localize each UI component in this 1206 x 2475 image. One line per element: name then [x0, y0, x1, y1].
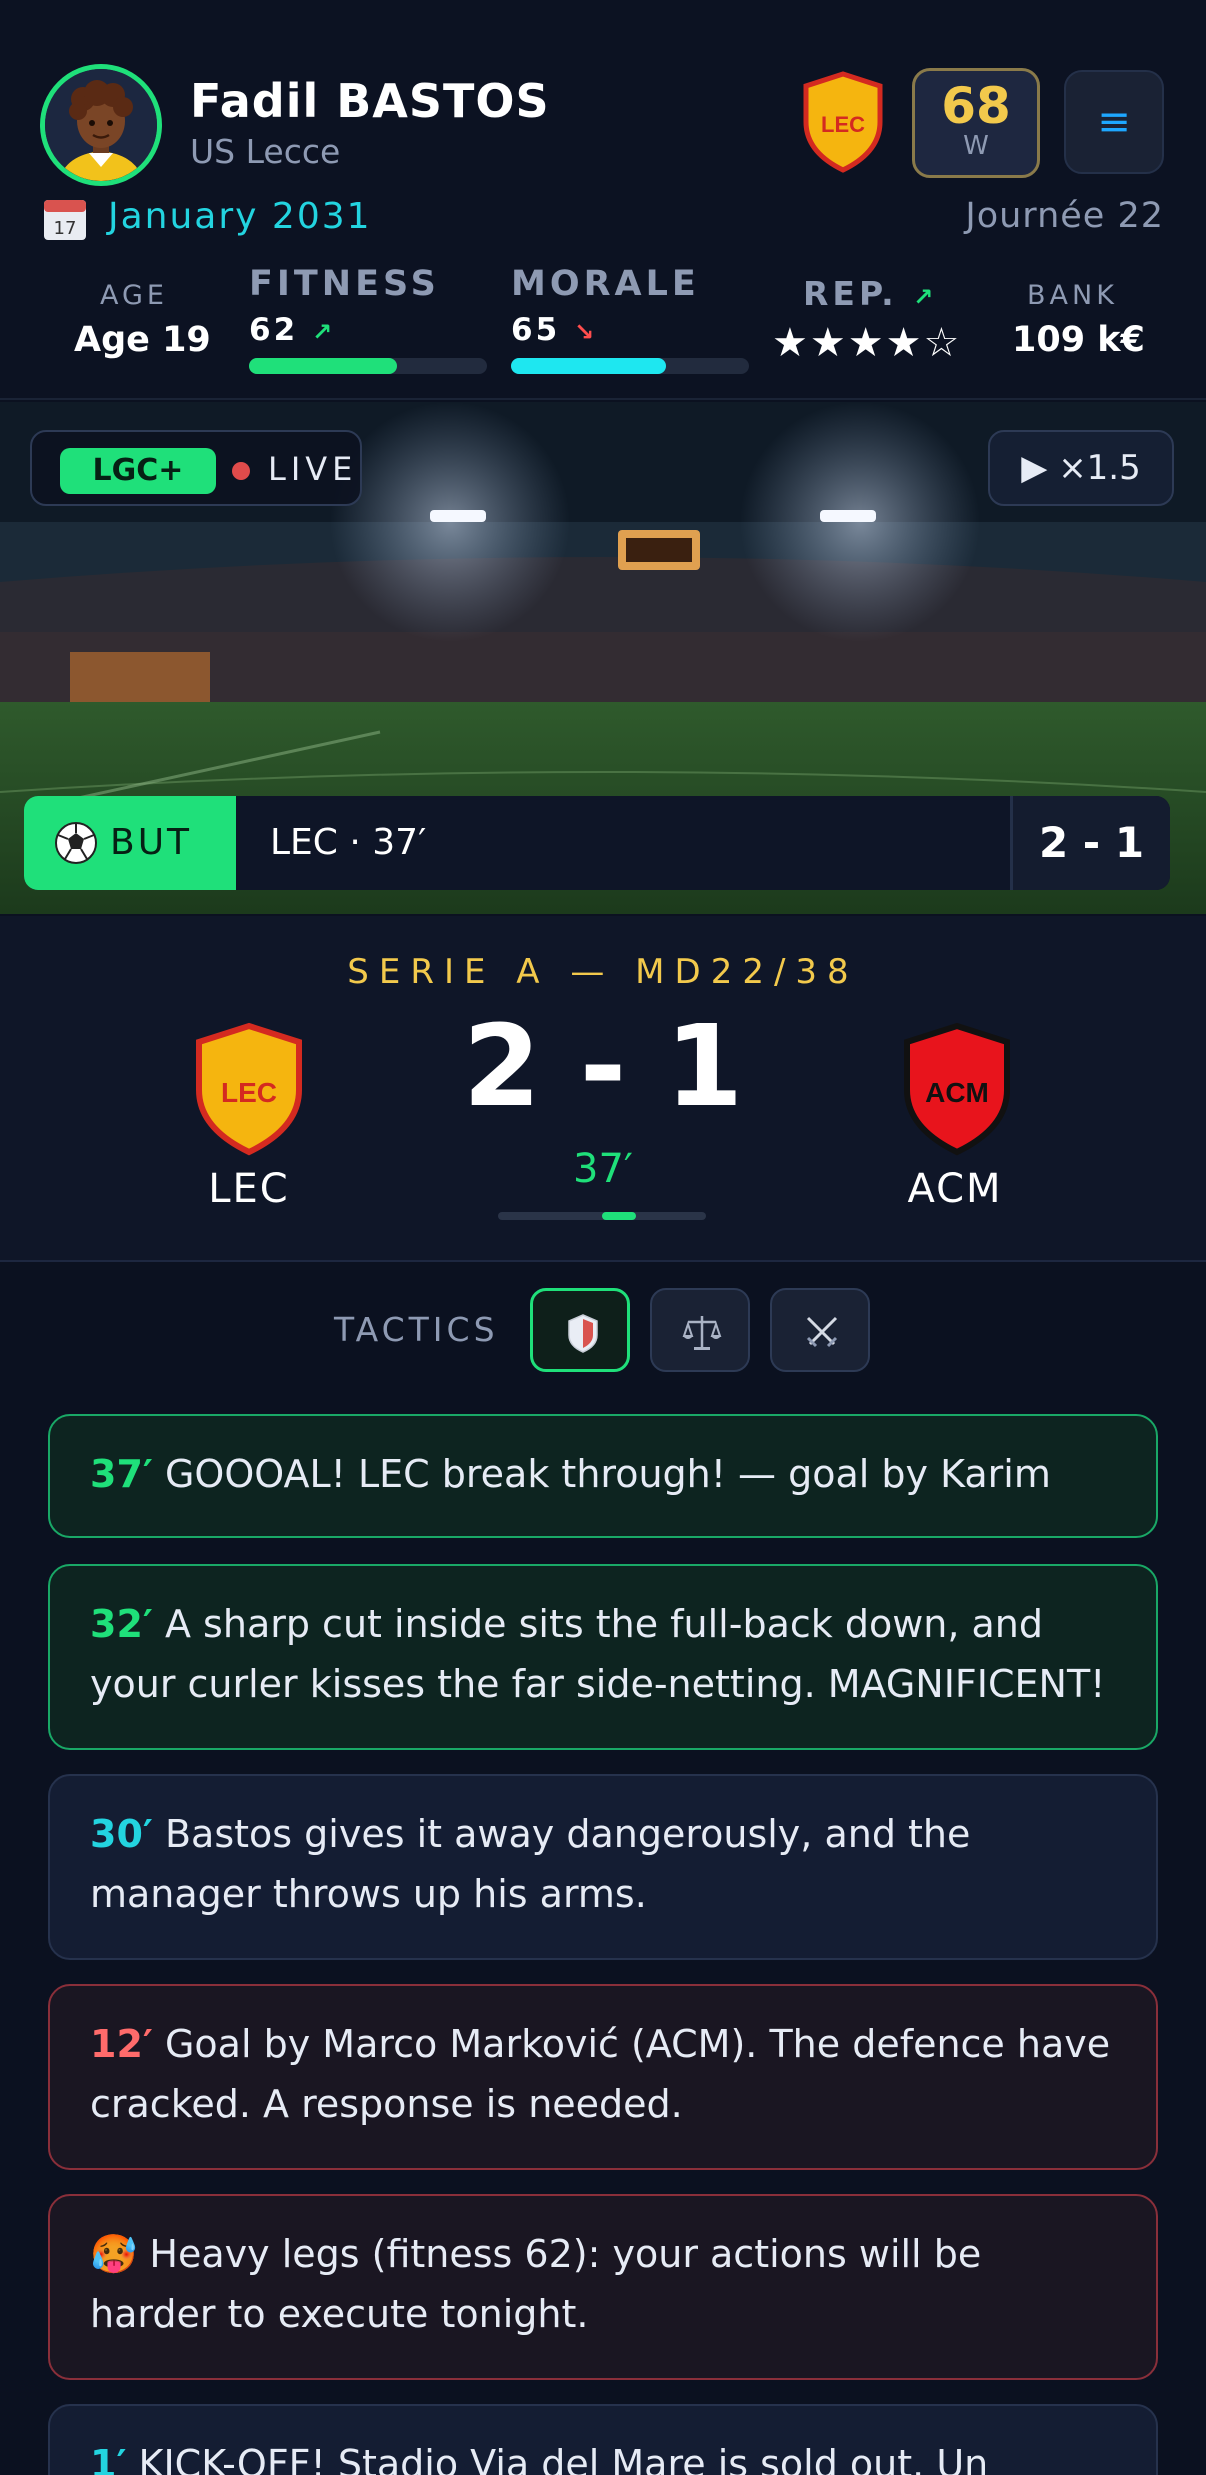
soccer-ball-icon — [55, 822, 97, 864]
crossed-swords-icon — [806, 1316, 838, 1348]
feed-text: KICK-OFF! Stadio Via del Mare is sold ou… — [126, 2442, 989, 2475]
feed-text: GOOOAL! LEC break through! — goal by Kar… — [152, 1452, 1051, 1496]
match-score: 2 - 1 — [462, 1002, 744, 1132]
fitness-trend-icon: ↗ — [311, 318, 336, 346]
feed-item: 🥵 Heavy legs (fitness 62): your actions … — [48, 2194, 1158, 2380]
event-description: LEC · 37′ — [270, 822, 427, 863]
reputation-stars: ★★★★☆ — [772, 320, 962, 366]
morale-bar — [511, 358, 749, 374]
feed-text: A sharp cut inside sits the full-back do… — [90, 1602, 1106, 1706]
fitness-value-wrap: 62 ↗ — [249, 312, 335, 348]
fitness-value: 62 — [249, 312, 299, 348]
feed-minute: 1′ — [90, 2442, 127, 2475]
player-header: Fadil BASTOS US Lecce LEC 68 W ≡ 17 Janu… — [0, 0, 1206, 400]
goal-tag: BUT — [24, 796, 236, 890]
menu-button[interactable]: ≡ — [1064, 70, 1164, 174]
live-indicator: LGC+ LIVE — [30, 430, 362, 506]
calendar-icon: 17 — [44, 200, 86, 240]
rating-position: W — [963, 131, 989, 161]
feed-minute: 37′ — [90, 1452, 153, 1496]
reputation-trend-icon: ↗ — [913, 283, 938, 311]
age-value: Age 19 — [74, 320, 211, 360]
feed-item: 12′ Goal by Marco Marković (ACM). The de… — [48, 1984, 1158, 2170]
tactic-balanced-button[interactable] — [650, 1288, 750, 1372]
shield-icon — [568, 1314, 598, 1353]
feed-item: 30′ Bastos gives it away dangerously, an… — [48, 1774, 1158, 1960]
channel-badge: LGC+ — [60, 448, 216, 494]
tactics-label: TACTICS — [334, 1310, 499, 1349]
club-shield-code: LEC — [821, 112, 865, 137]
fitness-bar — [249, 358, 487, 374]
match-broadcast-view: LGC+ LIVE ▶ ×1.5 BUT LEC · 37′ 2 - 1 — [0, 402, 1206, 914]
feed-minute: 12′ — [90, 2022, 153, 2066]
avatar[interactable] — [40, 64, 162, 186]
fitness-bar-fill — [249, 358, 397, 374]
live-dot-icon — [232, 462, 250, 480]
calendar-icon-day: 17 — [54, 218, 77, 239]
morale-bar-fill — [511, 358, 666, 374]
reputation-label: REP. — [803, 274, 898, 313]
club-shield-icon[interactable]: LEC — [800, 70, 886, 174]
live-label: LIVE — [268, 450, 358, 488]
reputation-label-wrap: REP. ↗ — [803, 274, 937, 313]
away-team-shield-icon: ACM — [904, 1022, 1010, 1156]
feed-item: 32′ A sharp cut inside sits the full-bac… — [48, 1564, 1158, 1750]
tactic-defensive-button[interactable] — [530, 1288, 630, 1372]
morale-trend-icon: ↘ — [573, 318, 598, 346]
feed-minute: 30′ — [90, 1812, 153, 1856]
fitness-label: FITNESS — [249, 264, 440, 304]
matchday-label: Journée 22 — [965, 196, 1164, 236]
bank-label: BANK — [1027, 280, 1118, 311]
player-name: Fadil BASTOS — [190, 74, 550, 128]
feed-item: 37′ GOOOAL! LEC break through! — goal by… — [48, 1414, 1158, 1538]
feed-text: Heavy legs (fitness 62): your actions wi… — [90, 2232, 982, 2336]
match-progress-bar — [498, 1212, 706, 1220]
away-team-name: ACM — [907, 1166, 1003, 1212]
event-score: 2 - 1 — [1010, 796, 1170, 890]
scales-icon — [682, 1316, 722, 1350]
feed-text: Bastos gives it away dangerously, and th… — [90, 1812, 971, 1916]
tactic-attacking-button[interactable] — [770, 1288, 870, 1372]
competition-label: SERIE A — MD22/38 — [347, 952, 859, 992]
morale-value: 65 — [511, 312, 561, 348]
hot-face-icon: 🥵 — [90, 2232, 138, 2276]
age-label: AGE — [100, 280, 168, 311]
player-club: US Lecce — [190, 132, 341, 171]
overall-rating-badge[interactable]: 68 W — [912, 68, 1040, 178]
event-ticker: BUT LEC · 37′ 2 - 1 — [24, 796, 1170, 890]
away-shield-code: ACM — [925, 1077, 989, 1108]
bank-value: 109 k€ — [1012, 320, 1145, 360]
feed-item: 1′ KICK-OFF! Stadio Via del Mare is sold… — [48, 2404, 1158, 2475]
match-progress-marker — [602, 1212, 636, 1220]
morale-value-wrap: 65 ↘ — [511, 312, 597, 348]
player-avatar-icon — [45, 69, 157, 181]
feed-text: Goal by Marco Marković (ACM). The defenc… — [90, 2022, 1111, 2126]
feed-minute: 32′ — [90, 1602, 153, 1646]
playback-speed-button[interactable]: ▶ ×1.5 — [988, 430, 1174, 506]
morale-label: MORALE — [511, 264, 700, 304]
rating-value: 68 — [941, 77, 1011, 135]
hamburger-icon: ≡ — [1097, 99, 1131, 145]
scoreboard: SERIE A — MD22/38 LEC LEC 2 - 1 37′ ACM … — [0, 916, 1206, 1262]
current-date: January 2031 — [108, 196, 372, 237]
goal-tag-label: BUT — [110, 822, 193, 863]
